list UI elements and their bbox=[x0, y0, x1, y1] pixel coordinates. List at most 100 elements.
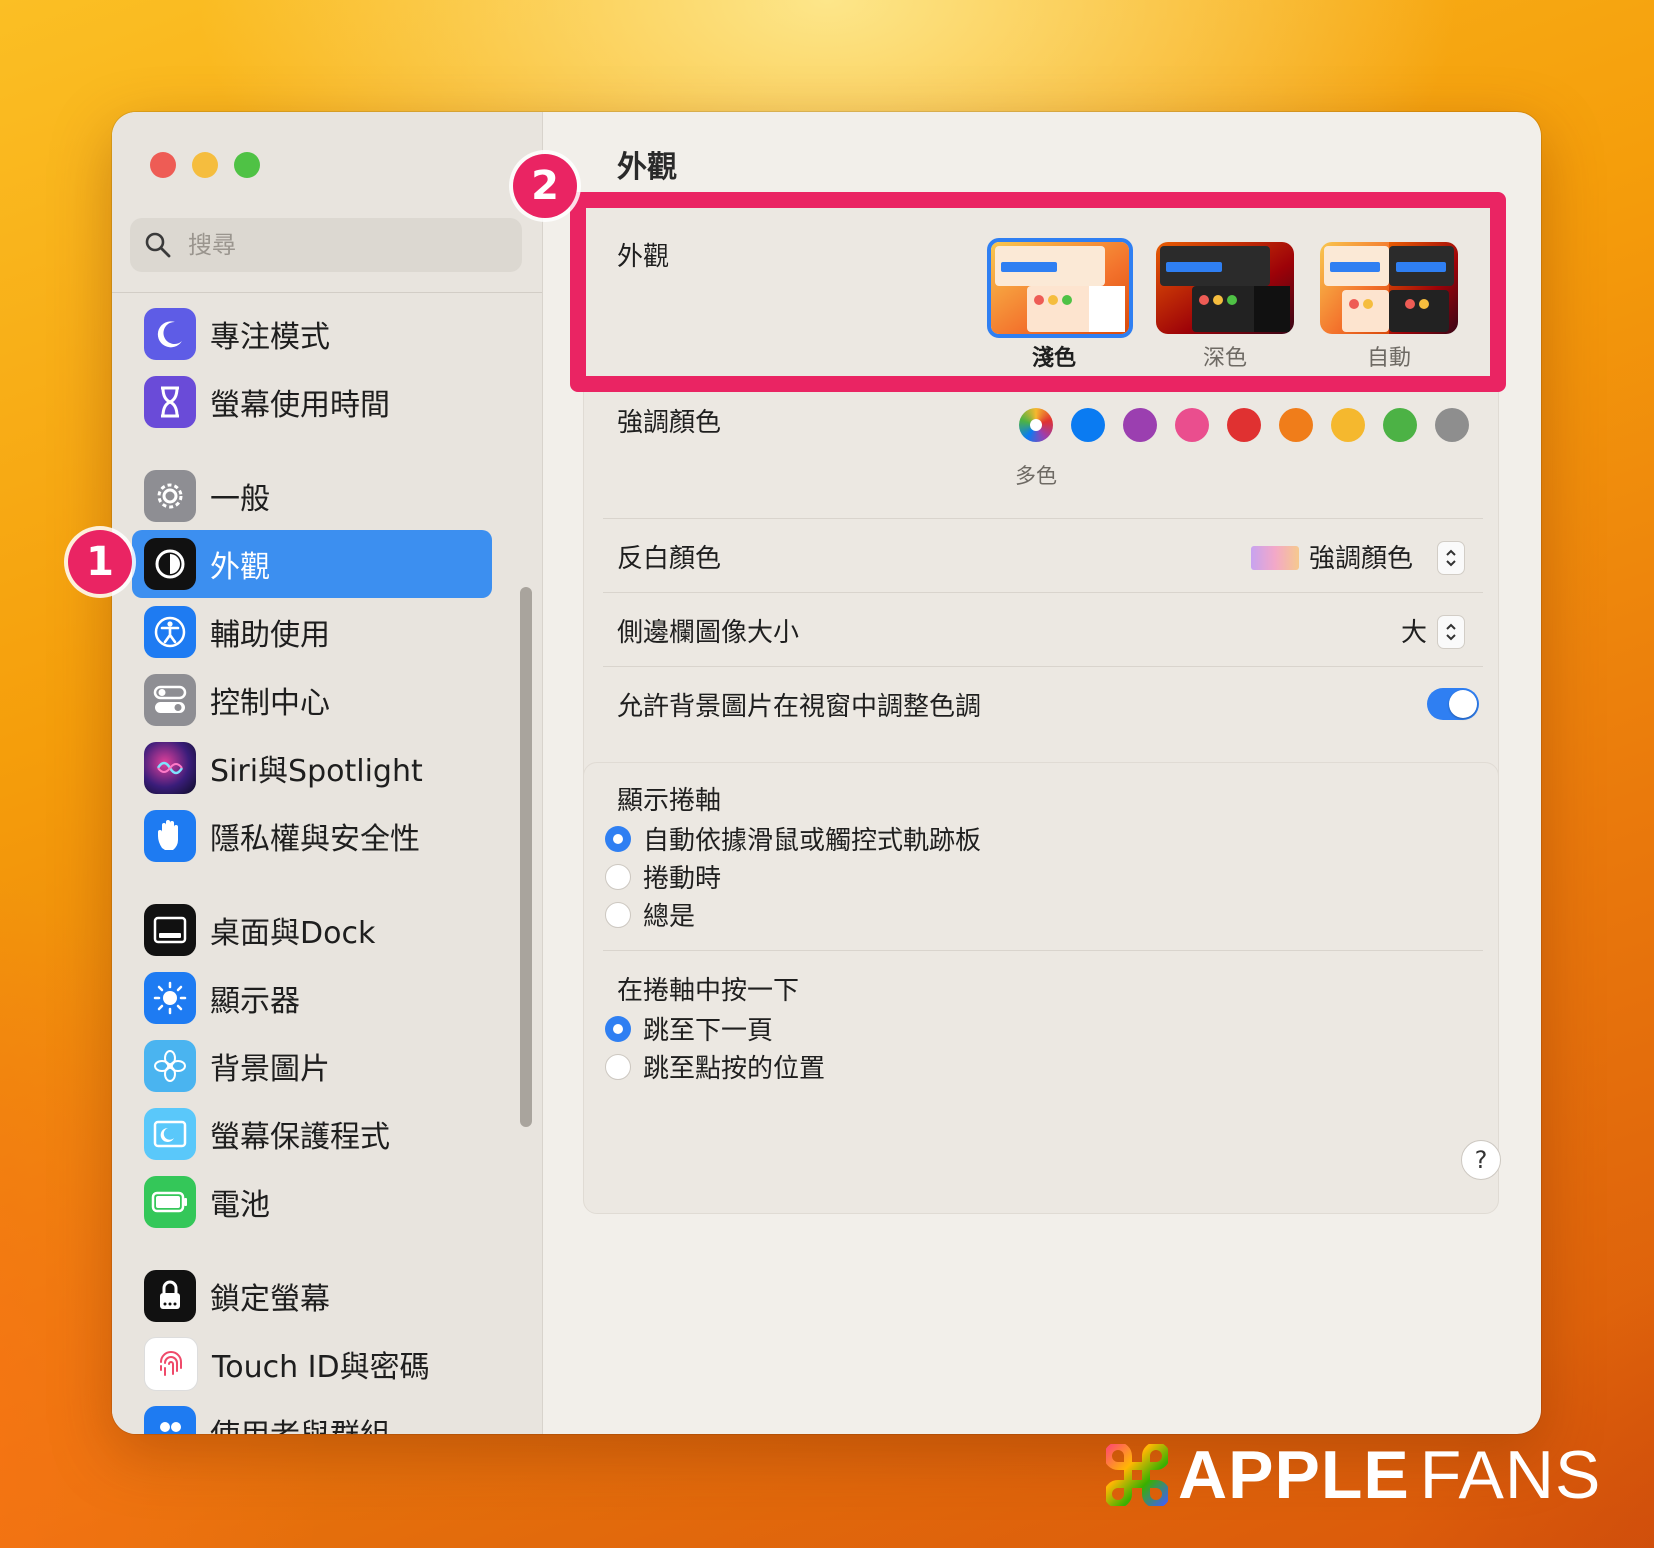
search-input[interactable] bbox=[186, 230, 510, 260]
sidebar-item-label: 背景圖片 bbox=[210, 1052, 330, 1087]
wallpaper-tinting-label: 允許背景圖片在視窗中調整色調 bbox=[617, 692, 982, 722]
accent-color-label: 強調顏色 bbox=[617, 408, 722, 438]
sidebar-item-control-center[interactable]: 控制中心 bbox=[132, 666, 492, 734]
hand-icon bbox=[144, 810, 196, 862]
accessibility-icon bbox=[144, 606, 196, 658]
highlight-color-value[interactable]: 強調顏色 bbox=[1309, 538, 1413, 575]
close-button[interactable] bbox=[150, 152, 176, 178]
dock-icon bbox=[144, 904, 196, 956]
toggles-icon bbox=[144, 674, 196, 726]
search-icon bbox=[145, 232, 171, 258]
click-scrollbar-next-page-radio[interactable]: 跳至下一頁 bbox=[605, 1010, 773, 1047]
minimize-button[interactable] bbox=[192, 152, 218, 178]
moon-icon bbox=[144, 308, 196, 360]
sidebar-item-label: 桌面與Dock bbox=[210, 916, 376, 951]
annotation-badge-1: 1 bbox=[68, 530, 132, 594]
sidebar-item-label: 專注模式 bbox=[210, 320, 330, 355]
sidebar-item-label: Siri與Spotlight bbox=[210, 754, 423, 789]
show-scrollbars-scrolling-radio[interactable]: 捲動時 bbox=[605, 858, 721, 895]
sidebar-item-touch-id[interactable]: Touch ID與密碼 bbox=[132, 1330, 492, 1398]
highlight-color-preview bbox=[1251, 546, 1299, 570]
sidebar: 專注模式 螢幕使用時間 一般 外觀 bbox=[112, 112, 543, 1434]
sun-icon bbox=[144, 972, 196, 1024]
sidebar-item-label: 外觀 bbox=[210, 550, 270, 585]
accent-blue-swatch[interactable] bbox=[1071, 408, 1105, 442]
sidebar-item-general[interactable]: 一般 bbox=[132, 462, 492, 530]
zoom-button[interactable] bbox=[234, 152, 260, 178]
sidebar-item-battery[interactable]: 電池 bbox=[132, 1168, 492, 1236]
content-pane: 外觀 外觀 淺色 深色 自動 強調顏色 多色 反白顏色 強調顏色 側邊欄圖像大小… bbox=[543, 112, 1541, 1434]
sidebar-item-lock-screen[interactable]: 鎖定螢幕 bbox=[132, 1262, 492, 1330]
click-scrollbar-label: 在捲軸中按一下 bbox=[617, 976, 800, 1006]
sidebar-divider bbox=[112, 292, 542, 293]
row-separator bbox=[603, 666, 1483, 667]
screensaver-icon bbox=[144, 1108, 196, 1160]
accent-graphite-swatch[interactable] bbox=[1435, 408, 1469, 442]
accent-pink-swatch[interactable] bbox=[1175, 408, 1209, 442]
click-scrollbar-clicked-spot-radio[interactable]: 跳至點按的位置 bbox=[605, 1048, 825, 1085]
sidebar-item-desktop-dock[interactable]: 桌面與Dock bbox=[132, 896, 492, 964]
accent-green-swatch[interactable] bbox=[1383, 408, 1417, 442]
siri-icon bbox=[144, 742, 196, 794]
annotation-badge-2: 2 bbox=[513, 154, 577, 218]
show-scrollbars-always-radio[interactable]: 總是 bbox=[605, 896, 695, 933]
sidebar-item-screen-time[interactable]: 螢幕使用時間 bbox=[132, 368, 492, 436]
sidebar-icon-size-label: 側邊欄圖像大小 bbox=[617, 618, 800, 648]
sidebar-list: 專注模式 螢幕使用時間 一般 外觀 輔助使用 控制中心 Siri與Spotlig… bbox=[132, 300, 522, 1434]
battery-icon bbox=[144, 1176, 196, 1228]
watermark-thin-text: FANS bbox=[1419, 1437, 1602, 1513]
command-logo-icon bbox=[1106, 1444, 1168, 1506]
radio-label: 自動依據滑鼠或觸控式軌跡板 bbox=[643, 826, 982, 856]
show-scrollbars-label: 顯示捲軸 bbox=[617, 786, 722, 816]
accent-orange-swatch[interactable] bbox=[1279, 408, 1313, 442]
show-scrollbars-auto-radio[interactable]: 自動依據滑鼠或觸控式軌跡板 bbox=[605, 820, 981, 857]
sidebar-item-label: 螢幕使用時間 bbox=[210, 388, 390, 423]
sidebar-item-appearance[interactable]: 外觀 bbox=[132, 530, 492, 598]
sidebar-item-label: 隱私權與安全性 bbox=[210, 822, 420, 857]
sidebar-item-focus[interactable]: 專注模式 bbox=[132, 300, 492, 368]
sidebar-item-label: 一般 bbox=[210, 482, 270, 517]
sidebar-icon-size-stepper[interactable] bbox=[1437, 615, 1465, 649]
sidebar-item-wallpaper[interactable]: 背景圖片 bbox=[132, 1032, 492, 1100]
sidebar-item-users[interactable]: 使用者與群組 bbox=[132, 1398, 492, 1434]
hourglass-icon bbox=[144, 376, 196, 428]
sidebar-item-label: 電池 bbox=[210, 1188, 270, 1223]
highlight-color-label: 反白顏色 bbox=[617, 544, 722, 574]
sidebar-item-label: 使用者與群組 bbox=[210, 1410, 390, 1434]
row-separator bbox=[603, 592, 1483, 593]
gear-icon bbox=[144, 470, 196, 522]
accent-purple-swatch[interactable] bbox=[1123, 408, 1157, 442]
fingerprint-icon bbox=[144, 1337, 198, 1391]
sidebar-item-screen-saver[interactable]: 螢幕保護程式 bbox=[132, 1100, 492, 1168]
chevron-updown-icon bbox=[1446, 549, 1456, 567]
sidebar-item-label: 螢幕保護程式 bbox=[210, 1120, 390, 1155]
sidebar-item-privacy[interactable]: 隱私權與安全性 bbox=[132, 802, 492, 870]
sidebar-item-label: Touch ID與密碼 bbox=[212, 1350, 430, 1385]
radio-label: 跳至下一頁 bbox=[643, 1016, 774, 1046]
watermark: APPLE FANS bbox=[1106, 1436, 1601, 1514]
row-separator bbox=[603, 518, 1483, 519]
accent-red-swatch[interactable] bbox=[1227, 408, 1261, 442]
chevron-updown-icon bbox=[1446, 623, 1456, 641]
sidebar-item-siri[interactable]: Siri與Spotlight bbox=[132, 734, 492, 802]
highlight-color-stepper[interactable] bbox=[1437, 541, 1465, 575]
page-title: 外觀 bbox=[617, 150, 677, 185]
accent-yellow-swatch[interactable] bbox=[1331, 408, 1365, 442]
wallpaper-tinting-toggle[interactable] bbox=[1427, 688, 1479, 720]
accent-multicolor-swatch[interactable] bbox=[1019, 408, 1053, 442]
window-controls bbox=[150, 152, 260, 178]
sidebar-item-accessibility[interactable]: 輔助使用 bbox=[132, 598, 492, 666]
flower-icon bbox=[144, 1040, 196, 1092]
sidebar-item-displays[interactable]: 顯示器 bbox=[132, 964, 492, 1032]
radio-label: 跳至點按的位置 bbox=[643, 1054, 826, 1084]
lock-icon bbox=[144, 1270, 196, 1322]
search-field[interactable] bbox=[130, 218, 522, 272]
sidebar-icon-size-value[interactable]: 大 bbox=[1401, 612, 1427, 649]
sidebar-scrollbar[interactable] bbox=[520, 587, 532, 1127]
watermark-bold-text: APPLE bbox=[1178, 1437, 1410, 1513]
users-icon bbox=[144, 1406, 196, 1434]
help-button[interactable]: ? bbox=[1461, 1140, 1501, 1180]
sidebar-item-label: 鎖定螢幕 bbox=[210, 1282, 330, 1317]
row-separator bbox=[603, 950, 1483, 951]
radio-label: 捲動時 bbox=[643, 864, 722, 894]
